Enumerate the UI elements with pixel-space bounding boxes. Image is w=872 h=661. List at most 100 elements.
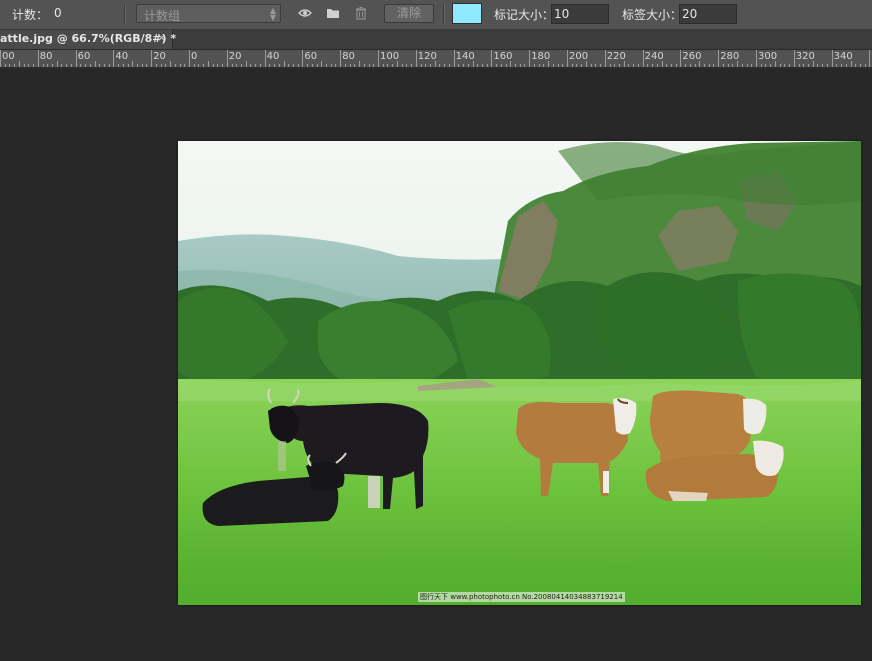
ruler-minor-tick (571, 64, 573, 67)
ruler-major-tick (831, 50, 833, 67)
ruler-major-tick (378, 50, 379, 67)
ruler-minor-tick (500, 64, 502, 67)
folder-icon[interactable] (326, 6, 340, 20)
ruler-minor-tick (240, 64, 242, 67)
ruler-minor-tick (826, 64, 828, 67)
ruler-minor-tick (850, 61, 852, 67)
color-swatch[interactable] (452, 3, 482, 24)
count-label: 计数： (12, 8, 49, 22)
ruler-major-tick (718, 50, 720, 67)
label-size-field[interactable]: 20 (679, 4, 737, 24)
ruler-minor-tick (14, 64, 16, 67)
ruler-minor-tick (481, 64, 483, 67)
ruler-minor-tick (727, 64, 729, 67)
ruler-minor-tick (633, 64, 635, 67)
count-group-select[interactable]: 计数组 ▲ ▼ (136, 4, 281, 23)
ruler-minor-tick (56, 61, 58, 67)
ruler-major-tick (75, 50, 77, 67)
ruler-minor-tick (330, 64, 332, 67)
ruler-minor-tick (368, 64, 370, 67)
ruler-minor-tick (311, 64, 313, 67)
ruler-minor-tick (207, 61, 209, 67)
ruler-minor-tick (316, 64, 318, 67)
ruler-minor-tick (562, 64, 564, 67)
ruler-minor-tick (614, 64, 616, 67)
ruler-minor-tick (141, 64, 143, 67)
ruler-minor-tick (108, 64, 110, 67)
ruler-minor-tick (203, 64, 205, 67)
ruler-minor-tick (363, 64, 365, 67)
ruler-minor-tick (533, 64, 535, 67)
ruler-minor-tick (278, 64, 280, 67)
ruler-major-tick (642, 50, 644, 67)
ruler-minor-tick (486, 64, 488, 67)
document-tab[interactable]: attle.jpg @ 66.7%(RGB/8#) * × (0, 30, 176, 49)
ruler-minor-tick (80, 64, 82, 67)
ruler-minor-tick (519, 64, 521, 67)
ruler-minor-tick (18, 61, 20, 67)
ruler-minor-tick (99, 64, 101, 67)
ruler-label: 40 (266, 51, 280, 62)
ruler-minor-tick (751, 64, 753, 67)
trash-icon[interactable] (354, 6, 368, 20)
ruler-minor-tick (458, 64, 460, 67)
document-canvas-image[interactable]: 图行天下 www.photophoto.cn No.20080414034883… (178, 141, 861, 605)
ruler-minor-tick (401, 64, 403, 67)
ruler-minor-tick (652, 64, 654, 67)
ruler-minor-tick (47, 64, 49, 67)
ruler-minor-tick (812, 61, 814, 67)
close-icon[interactable]: × (157, 31, 166, 44)
ruler-minor-tick (699, 61, 701, 67)
ruler-minor-tick (28, 64, 30, 67)
ruler-minor-tick (737, 61, 739, 67)
ruler-label: 00 (2, 51, 15, 62)
eye-icon[interactable] (298, 6, 312, 20)
ruler-minor-tick (122, 64, 124, 67)
ruler-label: 80 (342, 51, 355, 62)
ruler-minor-tick (467, 64, 469, 67)
ruler-label: 0 (191, 51, 198, 62)
ruler-minor-tick (524, 64, 526, 67)
clear-button[interactable]: 清除 (384, 4, 434, 23)
ruler-minor-tick (51, 64, 53, 67)
ruler-major-tick (756, 50, 757, 67)
ruler-major-tick (37, 50, 39, 67)
ruler-minor-tick (160, 64, 162, 67)
ruler-minor-tick (685, 64, 687, 67)
ruler-minor-tick (647, 64, 649, 67)
label-size-label: 标签大小： (622, 8, 683, 22)
ruler-minor-tick (33, 64, 35, 67)
ruler-minor-tick (590, 64, 592, 67)
horizontal-ruler[interactable]: 00 80 60 40 20 0 20 40 60 80 100 120 140 160 180 200 220… (0, 50, 872, 68)
ruler-major-tick (113, 50, 115, 67)
ruler-minor-tick (335, 64, 337, 67)
ruler-minor-tick (770, 64, 772, 67)
ruler-minor-tick (411, 64, 413, 67)
ruler-minor-tick (609, 64, 611, 67)
ruler-minor-tick (845, 64, 847, 67)
ruler-minor-tick (581, 64, 583, 67)
ruler-minor-tick (61, 64, 63, 67)
ruler-major-tick (0, 50, 1, 67)
options-bar: 计数： 0 计数组 ▲ ▼ 清除 标记大小： 10 标签大小： 20 (0, 0, 872, 30)
ruler-minor-tick (387, 64, 389, 67)
ruler-label: 60 (304, 51, 318, 62)
ruler-minor-tick (392, 64, 394, 67)
ruler-minor-tick (774, 61, 776, 67)
ruler-label: 20 (153, 51, 166, 62)
ruler-minor-tick (250, 64, 252, 67)
ruler-minor-tick (510, 61, 512, 67)
ruler-label: 20 (228, 51, 242, 62)
marker-size-field[interactable]: 10 (551, 4, 609, 24)
ruler-minor-tick (429, 64, 431, 67)
ruler-minor-tick (538, 64, 540, 67)
ruler-minor-tick (406, 64, 408, 67)
ruler-minor-tick (628, 64, 630, 67)
ruler-minor-tick (373, 64, 375, 67)
ruler-minor-tick (85, 64, 87, 67)
ruler-minor-tick (326, 64, 328, 67)
ruler-minor-tick (4, 64, 6, 67)
ruler-minor-tick (855, 64, 857, 67)
ruler-minor-tick (179, 64, 181, 67)
ruler-major-tick (264, 50, 266, 67)
